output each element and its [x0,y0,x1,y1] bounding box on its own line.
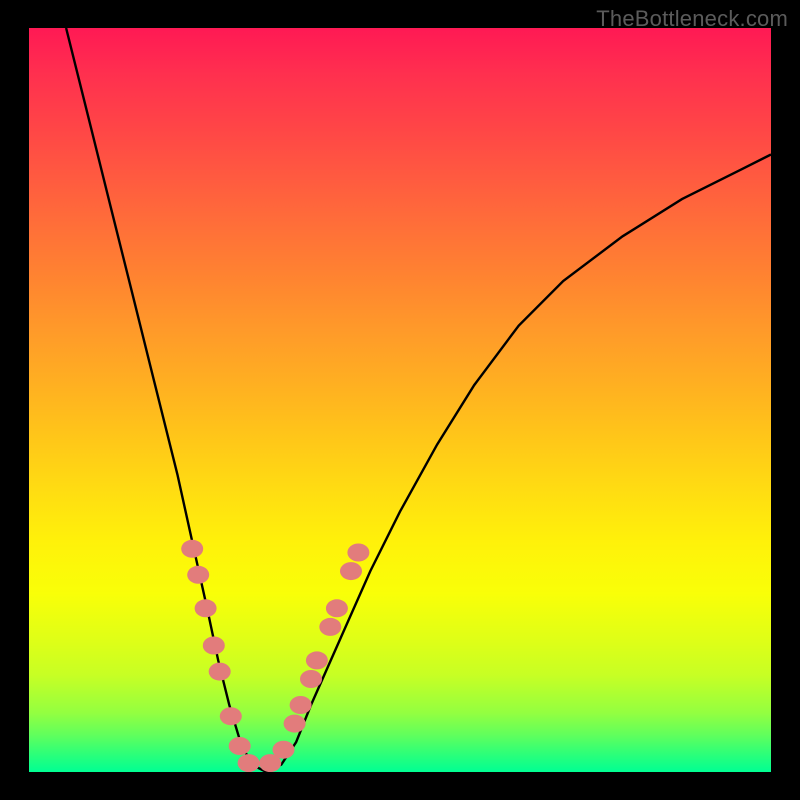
chart-frame: TheBottleneck.com [0,0,800,800]
chart-svg [29,28,771,772]
threshold-marker [187,566,209,584]
threshold-markers [181,540,369,772]
threshold-marker [229,737,251,755]
threshold-marker [284,715,306,733]
threshold-marker [319,618,341,636]
threshold-marker [259,754,281,772]
threshold-marker [300,670,322,688]
bottleneck-curve [66,28,771,772]
threshold-marker [209,663,231,681]
threshold-marker [290,696,312,714]
threshold-marker [326,599,348,617]
threshold-marker [340,562,362,580]
threshold-marker [220,707,242,725]
threshold-marker [273,741,295,759]
threshold-marker [306,651,328,669]
threshold-marker [195,599,217,617]
threshold-marker [203,637,225,655]
threshold-marker [238,754,260,772]
plot-area [29,28,771,772]
watermark-text: TheBottleneck.com [596,6,788,32]
threshold-marker [181,540,203,558]
threshold-marker [347,544,369,562]
